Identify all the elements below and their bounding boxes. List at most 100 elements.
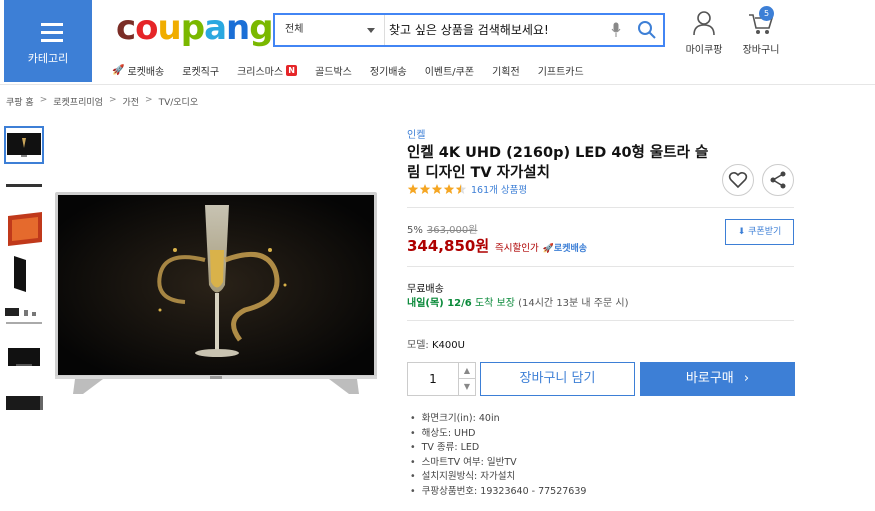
product-main-image[interactable] [55, 190, 377, 395]
quantity-input[interactable]: 1 [408, 363, 458, 395]
breadcrumb-link[interactable]: 쿠팡 홈 [6, 95, 34, 108]
thumbnail-5[interactable] [4, 302, 44, 340]
review-count-link[interactable]: 161개 상품평 [471, 182, 527, 196]
quantity-increase-button[interactable]: ▲ [458, 363, 475, 379]
rocket-delivery-badge: 🚀로켓배송 [542, 243, 588, 254]
download-icon: ⬇ [737, 227, 746, 237]
free-shipping: 무료배송 [407, 284, 444, 295]
nav-item-label: 정기배송 [369, 66, 407, 78]
logo-letter: a [204, 8, 227, 48]
chevron-down-icon [367, 28, 375, 33]
rocket-icon: 🚀 [112, 64, 125, 76]
rating[interactable]: 161개 상품평 [407, 182, 527, 196]
arrival-note: (14시간 13분 내 주문 시) [518, 298, 629, 309]
rocket-label: 로켓배송 [553, 243, 588, 254]
nav-item-label: 기획전 [492, 66, 520, 78]
share-button[interactable] [762, 164, 794, 196]
search-scope-value: 전체 [285, 24, 304, 35]
microphone-icon[interactable] [611, 22, 621, 38]
brand-link[interactable]: 인켈 [407, 126, 425, 141]
nav-item-label: 이벤트/쿠폰 [424, 66, 475, 78]
logo-letter: o [135, 8, 158, 48]
my-coupang-link[interactable]: 마이쿠팡 [680, 10, 728, 56]
model-info: 모델: K400U [407, 336, 465, 351]
main-nav: 🚀 로켓배송 로켓직구 크리스마스 N 골드박스 정기배송 이벤트/쿠폰 기획전 기프트카드 [112, 61, 602, 79]
thumbnail-3[interactable] [4, 210, 44, 248]
category-label: 카테고리 [27, 52, 69, 65]
thumbnail-6[interactable] [4, 342, 44, 380]
nav-item-label: 로켓직구 [182, 66, 220, 78]
nav-item[interactable]: 로켓직구 [182, 61, 219, 79]
logo-letter: p [180, 8, 205, 48]
discount-row: 5% 363,000원 [407, 221, 477, 236]
nav-item[interactable]: 이벤트/쿠폰 [425, 61, 474, 79]
cart-label: 장바구니 [742, 45, 780, 56]
logo-letter: n [226, 8, 250, 48]
chevron-right-icon: › [743, 371, 750, 386]
nav-item[interactable]: 기획전 [492, 61, 520, 79]
my-coupang-label: 마이쿠팡 [685, 45, 723, 56]
hamburger-icon [41, 23, 63, 47]
arrival-date: 내일(목) 12/6 [407, 298, 472, 309]
thumbnail-2[interactable] [4, 174, 44, 212]
spec-list: 화면크기(in): 40in해상도: UHDTV 종류: LED스마트TV 여부… [410, 412, 587, 500]
star [443, 183, 455, 194]
star [455, 183, 467, 194]
logo-letter: u [157, 8, 182, 48]
cart-link[interactable]: 장바구니 5 [737, 6, 785, 56]
coupon-button[interactable]: ⬇ 쿠폰받기 [725, 219, 794, 245]
star [431, 183, 443, 194]
coupon-label: 쿠폰받기 [748, 227, 782, 237]
instant-discount-label: 즉시할인가 🚀로켓배송 [495, 240, 587, 254]
spec-item: 화면크기(in): 40in [410, 412, 586, 427]
buy-now-button[interactable]: 바로구매 › [640, 362, 795, 396]
quantity-decrease-button[interactable]: ▼ [458, 379, 475, 395]
user-icon [693, 11, 715, 36]
spec-item: TV 종류: LED [410, 441, 586, 456]
breadcrumb-separator: > [108, 95, 117, 105]
heart-icon [728, 171, 748, 189]
spec-item: 설치지원방식: 자가설치 [410, 470, 586, 485]
nav-item[interactable]: 정기배송 [370, 61, 407, 79]
breadcrumb-link[interactable]: 가전 [122, 95, 139, 108]
star [419, 183, 431, 194]
thumbnail-4[interactable] [4, 254, 44, 292]
arrival-suffix: 도착 보장 [474, 298, 515, 309]
breadcrumb-link[interactable]: TV/오디오 [159, 95, 199, 108]
thumbnail-1[interactable] [4, 126, 44, 164]
breadcrumb-link[interactable]: 로켓프리미엄 [53, 95, 103, 108]
search-bar: 전체 [273, 13, 665, 47]
search-input[interactable] [389, 18, 604, 42]
buy-now-label: 바로구매 [685, 371, 734, 386]
nav-item-label: 골드박스 [315, 66, 352, 78]
instant-label: 즉시할인가 [495, 243, 539, 254]
thumbnail-7[interactable] [4, 388, 44, 426]
nav-item[interactable]: 골드박스 [315, 61, 352, 79]
spec-item: 스마트TV 여부: 일반TV [410, 456, 586, 471]
category-button[interactable]: 카테고리 [4, 0, 92, 82]
add-to-cart-button[interactable]: 장바구니 담기 [480, 362, 635, 396]
search-icon[interactable] [637, 20, 657, 40]
new-badge: N [286, 64, 298, 76]
star [407, 183, 419, 194]
sale-price: 344,850원 [407, 237, 490, 255]
nav-item[interactable]: 🚀 로켓배송 [112, 61, 164, 79]
nav-item[interactable]: 크리스마스 N [237, 61, 298, 79]
breadcrumb-separator: > [145, 95, 153, 105]
nav-item-label: 크리스마스 [237, 66, 284, 78]
spec-item: 해상도: UHD [410, 427, 586, 442]
site-header: 카테고리 coupang 전체 마이쿠팡 장바구니 5 🚀로켓배송 로켓직구 크리스… [0, 0, 875, 85]
spec-item: 쿠팡상품번호: 19323640 - 77527639 [410, 485, 587, 500]
star-rating-icon [407, 183, 467, 194]
share-icon [770, 171, 786, 189]
search-scope-select[interactable]: 전체 [275, 15, 385, 45]
model-value: K400U [431, 340, 465, 351]
logo-letter: g [249, 8, 273, 48]
wishlist-button[interactable] [722, 164, 754, 196]
product-title: 인켈 4K UHD (2160p) LED 40형 울트라 슬림 디자인 TV … [407, 145, 709, 181]
coupang-logo[interactable]: coupang [116, 8, 274, 48]
quantity-stepper: 1 ▲ ▼ [407, 362, 476, 396]
nav-item[interactable]: 기프트카드 [538, 61, 584, 79]
model-label: 모델: [407, 340, 429, 351]
breadcrumb-separator: > [39, 95, 48, 105]
